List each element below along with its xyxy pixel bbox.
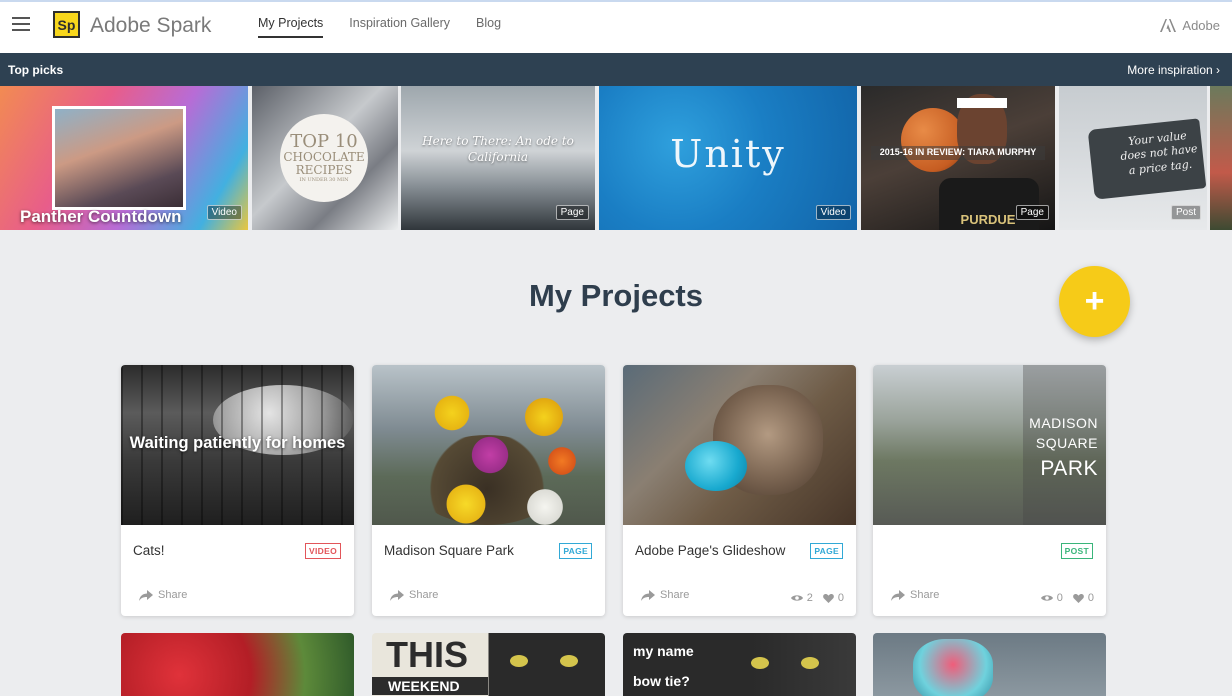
views-count: 0 bbox=[1040, 592, 1063, 604]
pick-type-badge: Video bbox=[206, 205, 242, 220]
main-nav: My Projects Inspiration Gallery Blog bbox=[258, 16, 501, 38]
project-type-badge: VIDEO bbox=[305, 543, 341, 559]
eye-icon bbox=[1040, 595, 1053, 601]
project-card[interactable]: my name bow tie? bbox=[623, 633, 856, 696]
pick-panther-countdown[interactable]: Panther Countdown Video bbox=[0, 86, 248, 230]
pick-type-badge: Page bbox=[555, 205, 589, 220]
share-label: Share bbox=[660, 589, 690, 601]
tab-inspiration-gallery[interactable]: Inspiration Gallery bbox=[349, 16, 450, 38]
likes-count: 0 bbox=[1073, 592, 1094, 604]
top-picks-carousel: Panther Countdown Video TOP 10 CHOCOLATE… bbox=[0, 86, 1232, 230]
page-title: My Projects bbox=[528, 278, 703, 313]
project-thumbnail: MADISON SQUARE PARK bbox=[873, 365, 1106, 525]
project-thumbnail bbox=[623, 365, 856, 525]
share-label: Share bbox=[158, 589, 188, 601]
share-arrow-icon bbox=[641, 589, 655, 601]
adobe-label: Adobe bbox=[1182, 18, 1220, 33]
pick-price-tag[interactable]: Your value does not have a price tag. Po… bbox=[1059, 86, 1207, 230]
top-picks-title: Top picks bbox=[8, 63, 64, 77]
share-arrow-icon bbox=[390, 589, 404, 601]
pick-title: Your value does not have a price tag. bbox=[1119, 129, 1199, 177]
pick-unity[interactable]: Unity Video bbox=[599, 86, 857, 230]
pick-partial[interactable] bbox=[1210, 86, 1232, 230]
project-stats: 0 0 bbox=[1040, 592, 1094, 604]
thumbnail-caption: Waiting patiently for homes bbox=[129, 434, 346, 452]
project-stats: 2 0 bbox=[790, 592, 844, 604]
tab-my-projects[interactable]: My Projects bbox=[258, 16, 324, 38]
adobe-logo-icon bbox=[1160, 19, 1177, 32]
thumbnail-caption: WEEKEND bbox=[372, 677, 488, 695]
eye-icon bbox=[790, 595, 803, 601]
share-button[interactable]: Share bbox=[641, 589, 689, 601]
more-inspiration-link[interactable]: More inspiration › bbox=[1127, 63, 1220, 77]
pick-title: 2015-16 IN REVIEW: TIARA MURPHY bbox=[871, 146, 1045, 160]
project-type-badge: POST bbox=[1060, 543, 1093, 559]
brand-name[interactable]: Adobe Spark bbox=[90, 14, 211, 38]
share-arrow-icon bbox=[139, 589, 153, 601]
pick-here-to-there[interactable]: Here to There: An ode to California Page bbox=[401, 86, 595, 230]
project-card[interactable]: MADISON SQUARE PARK POST Share 0 0 bbox=[873, 365, 1106, 616]
app-header: Sp Adobe Spark My Projects Inspiration G… bbox=[0, 0, 1232, 53]
project-thumbnail bbox=[372, 365, 605, 525]
pick-type-badge: Post bbox=[1170, 205, 1201, 220]
share-label: Share bbox=[910, 589, 940, 601]
tab-blog[interactable]: Blog bbox=[476, 16, 501, 38]
share-button[interactable]: Share bbox=[390, 589, 438, 601]
likes-count: 0 bbox=[823, 592, 844, 604]
project-card[interactable] bbox=[121, 633, 354, 696]
pick-type-badge: Video bbox=[815, 205, 851, 220]
thumbnail-caption: MADISON SQUARE PARK bbox=[1029, 415, 1098, 480]
thumbnail-caption: THIS bbox=[386, 634, 469, 675]
project-name: Madison Square Park bbox=[384, 543, 514, 558]
pick-title: TOP 10 CHOCOLATE RECIPES IN UNDER 30 MIN bbox=[280, 114, 368, 202]
pick-title: Unity bbox=[670, 132, 786, 176]
spark-logo[interactable]: Sp bbox=[53, 11, 80, 38]
share-button[interactable]: Share bbox=[139, 589, 187, 601]
pick-title: Here to There: An ode to California bbox=[422, 134, 574, 164]
heart-icon bbox=[823, 594, 834, 603]
thumbnail-caption: my name bbox=[633, 643, 694, 659]
pick-type-badge: Page bbox=[1015, 205, 1049, 220]
create-new-button[interactable]: + bbox=[1059, 266, 1130, 337]
project-type-badge: PAGE bbox=[559, 543, 592, 559]
project-card[interactable] bbox=[873, 633, 1106, 696]
pick-tiara-murphy[interactable]: PURDUE 2015-16 IN REVIEW: TIARA MURPHY P… bbox=[861, 86, 1055, 230]
basketball-image bbox=[901, 108, 965, 172]
top-picks-bar: Top picks More inspiration › bbox=[0, 53, 1232, 86]
share-label: Share bbox=[409, 589, 439, 601]
pick-chocolate-recipes[interactable]: TOP 10 CHOCOLATE RECIPES IN UNDER 30 MIN bbox=[252, 86, 398, 230]
project-thumbnail: Waiting patiently for homes bbox=[121, 365, 354, 525]
project-name: Adobe Page's Glideshow bbox=[635, 543, 786, 558]
project-card[interactable]: Madison Square Park PAGE Share bbox=[372, 365, 605, 616]
pick-title: Panther Countdown bbox=[20, 207, 182, 226]
heart-icon bbox=[1073, 594, 1084, 603]
project-card[interactable]: Waiting patiently for homes Cats! VIDEO … bbox=[121, 365, 354, 616]
menu-icon[interactable] bbox=[12, 17, 30, 33]
share-button[interactable]: Share bbox=[891, 589, 939, 601]
thumbnail-caption: bow tie? bbox=[633, 673, 690, 689]
project-card[interactable]: Adobe Page's Glideshow PAGE Share 2 0 bbox=[623, 365, 856, 616]
views-count: 2 bbox=[790, 592, 813, 604]
project-type-badge: PAGE bbox=[810, 543, 843, 559]
project-card[interactable]: THIS WEEKEND bbox=[372, 633, 605, 696]
pick-photo bbox=[52, 106, 186, 210]
share-arrow-icon bbox=[891, 589, 905, 601]
adobe-link[interactable]: Adobe bbox=[1160, 18, 1220, 33]
project-name: Cats! bbox=[133, 543, 165, 558]
